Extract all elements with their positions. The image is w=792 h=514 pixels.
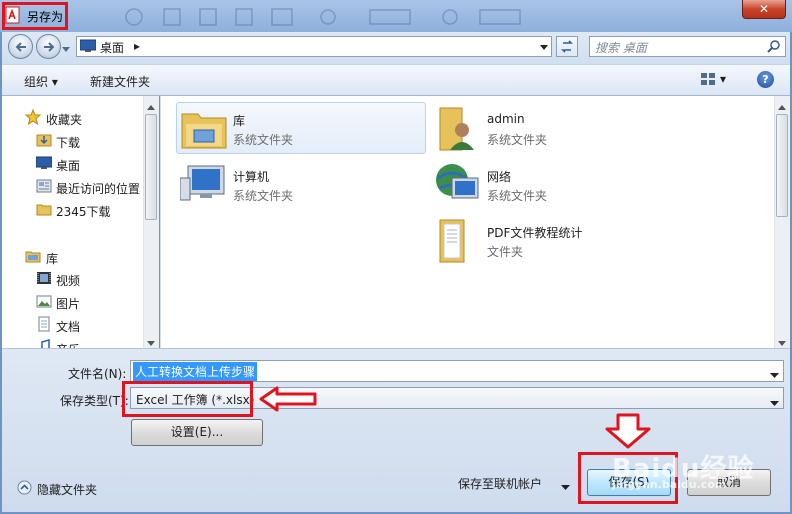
video-library-icon bbox=[36, 270, 52, 289]
nav-item-music-clip: 音乐 bbox=[36, 339, 136, 348]
left-red-arrow-icon bbox=[257, 386, 319, 415]
item-name-computer[interactable]: 计算机 bbox=[233, 168, 269, 185]
refresh-button[interactable] bbox=[556, 36, 578, 57]
nav-item-desktop[interactable]: 桌面 bbox=[56, 157, 80, 174]
libraries-icon bbox=[25, 248, 41, 267]
nav-item-2345-downloads[interactable]: 2345下载 bbox=[56, 203, 111, 220]
nav-item-documents[interactable]: 文档 bbox=[56, 318, 80, 335]
history-dropdown-icon[interactable] bbox=[62, 42, 70, 56]
item-type-library: 系统文件夹 bbox=[233, 133, 294, 147]
item-type-computer: 系统文件夹 bbox=[233, 189, 294, 203]
hide-folders-toggle[interactable]: 隐藏文件夹 bbox=[37, 481, 97, 498]
view-options-icon[interactable] bbox=[700, 72, 716, 89]
hide-folders-chevron-icon[interactable] bbox=[17, 480, 32, 498]
forward-button[interactable] bbox=[36, 34, 61, 59]
navigation-pane bbox=[2, 96, 159, 348]
item-type-network: 系统文件夹 bbox=[487, 189, 548, 203]
close-button[interactable]: ✕ bbox=[742, 0, 786, 19]
filename-dropdown-icon[interactable] bbox=[770, 368, 779, 382]
refresh-icon bbox=[561, 40, 573, 53]
computer-icon bbox=[179, 160, 228, 211]
view-dropdown-arrow[interactable]: ▾ bbox=[720, 72, 726, 86]
address-separator[interactable]: ▸ bbox=[134, 39, 140, 53]
forward-arrow-icon bbox=[44, 42, 55, 52]
item-name-library[interactable]: 库 bbox=[233, 112, 245, 129]
address-location[interactable]: 桌面 bbox=[100, 39, 124, 56]
user-folder-icon bbox=[434, 104, 482, 155]
documents-library-icon bbox=[36, 316, 52, 335]
filename-label: 文件名(N): bbox=[68, 367, 127, 381]
item-name-pdf-folder[interactable]: PDF文件教程统计 bbox=[487, 224, 582, 241]
item-name-network[interactable]: 网络 bbox=[487, 168, 511, 185]
item-type-pdf-folder: 文件夹 bbox=[487, 245, 524, 259]
library-icon bbox=[180, 104, 228, 155]
title-highlight-box bbox=[2, 2, 68, 30]
address-bar[interactable] bbox=[76, 36, 552, 57]
filetype-highlight-box bbox=[122, 381, 253, 417]
filetype-label: 保存类型(T): bbox=[60, 394, 129, 408]
favorites-star-icon bbox=[24, 108, 42, 128]
music-library-icon bbox=[36, 339, 52, 348]
recent-places-icon bbox=[36, 178, 52, 197]
nav-item-recent[interactable]: 最近访问的位置 bbox=[56, 180, 140, 197]
help-button[interactable]: ? bbox=[757, 71, 774, 88]
save-online-dropdown-icon[interactable] bbox=[561, 480, 570, 494]
downloads-folder-icon bbox=[36, 132, 52, 151]
desktop-icon bbox=[35, 155, 53, 174]
network-icon bbox=[434, 160, 482, 211]
settings-button[interactable]: 设置(E)... bbox=[131, 419, 263, 446]
nav-item-music[interactable]: 音乐 bbox=[56, 341, 80, 348]
down-red-arrow-icon bbox=[603, 413, 653, 452]
scroll-up-icon[interactable] bbox=[147, 100, 155, 114]
item-type-admin: 系统文件夹 bbox=[487, 133, 548, 147]
filetype-dropdown-icon[interactable] bbox=[770, 396, 779, 410]
nav-scroll-thumb[interactable] bbox=[145, 114, 157, 220]
nav-item-video[interactable]: 视频 bbox=[56, 272, 80, 289]
nav-item-pictures[interactable]: 图片 bbox=[56, 295, 80, 312]
back-arrow-icon bbox=[15, 42, 26, 52]
desktop-location-icon bbox=[79, 39, 97, 56]
nav-libraries[interactable]: 库 bbox=[46, 250, 58, 267]
content-scroll-thumb[interactable] bbox=[776, 114, 788, 217]
search-placeholder: 搜索 桌面 bbox=[595, 41, 647, 55]
new-folder-button[interactable]: 新建文件夹 bbox=[90, 73, 150, 90]
pictures-library-icon bbox=[36, 293, 52, 312]
background-toolbar-ghost bbox=[120, 6, 540, 28]
item-name-admin[interactable]: admin bbox=[487, 112, 525, 126]
organize-menu[interactable]: 组织 ▾ bbox=[24, 73, 58, 90]
watermark-url: jingyan.baidu.com bbox=[612, 478, 727, 491]
nav-item-downloads[interactable]: 下载 bbox=[56, 134, 80, 151]
content-scroll-up-icon[interactable] bbox=[778, 100, 786, 114]
search-icon[interactable] bbox=[767, 39, 781, 56]
filename-value[interactable]: 人工转换文档上传步骤 bbox=[133, 362, 258, 381]
address-dropdown-icon[interactable] bbox=[537, 37, 551, 56]
nav-favorites[interactable]: 收藏夹 bbox=[46, 111, 82, 128]
back-button[interactable] bbox=[8, 34, 33, 59]
pdf-folder-icon bbox=[434, 216, 482, 267]
save-online-label[interactable]: 保存至联机帐户 bbox=[458, 475, 542, 492]
folder-icon bbox=[36, 201, 52, 220]
